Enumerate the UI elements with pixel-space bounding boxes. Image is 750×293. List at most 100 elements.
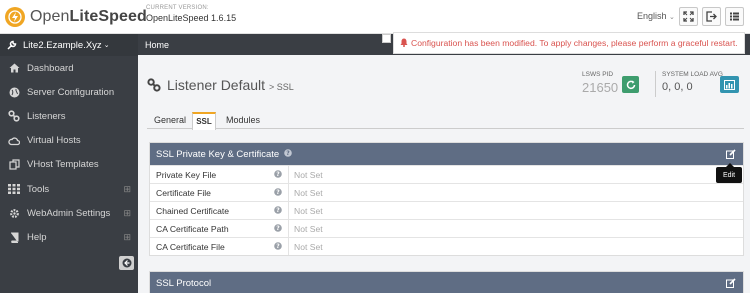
svg-text:?: ? bbox=[276, 225, 280, 232]
sidebar-item-label: Tools bbox=[27, 183, 50, 195]
grid-icon bbox=[8, 183, 20, 195]
panel-header: SSL Protocol bbox=[150, 272, 743, 293]
help-icon[interactable]: ? bbox=[274, 170, 282, 180]
restart-alert[interactable]: Configuration has been modified. To appl… bbox=[393, 32, 745, 54]
gear-icon bbox=[8, 207, 20, 219]
sidebar-item-label: WebAdmin Settings bbox=[27, 207, 111, 219]
load-avg-display: SYSTEM LOAD AVG 0, 0, 0 bbox=[655, 71, 723, 97]
sidebar-item-server-configuration[interactable]: Server Configuration bbox=[0, 80, 138, 104]
help-icon[interactable]: ? bbox=[284, 148, 293, 160]
svg-text:?: ? bbox=[276, 189, 280, 196]
row-label: CA Certificate Path bbox=[156, 223, 229, 234]
tab-bar: General SSL Modules bbox=[147, 112, 744, 130]
row-value: Not Set bbox=[294, 187, 323, 198]
load-value: 0, 0, 0 bbox=[662, 81, 693, 93]
ssl-key-cert-panel: SSL Private Key & Certificate ? Private … bbox=[149, 142, 744, 256]
sidebar-item-help[interactable]: Help ⊞ bbox=[0, 225, 138, 249]
page-title: Listener Default > SSL bbox=[147, 77, 294, 93]
logo[interactable]: OpenLiteSpeed bbox=[5, 7, 147, 27]
server-name: Lite2.Ezample.Xyz bbox=[23, 39, 102, 51]
svg-text:?: ? bbox=[276, 171, 280, 178]
wrench-icon bbox=[7, 40, 17, 50]
refresh-icon bbox=[626, 80, 635, 89]
table-row: Private Key File? Not Set bbox=[150, 165, 743, 183]
expand-plus-icon[interactable]: ⊞ bbox=[123, 184, 131, 195]
table-row: CA Certificate Path? Not Set bbox=[150, 219, 743, 237]
breadcrumb-home-link[interactable]: Home bbox=[145, 40, 169, 50]
bar-chart-icon bbox=[724, 79, 735, 90]
menu-button[interactable] bbox=[725, 7, 744, 26]
sign-out-icon bbox=[706, 11, 717, 22]
row-label: CA Certificate File bbox=[156, 241, 225, 252]
server-selector[interactable]: Lite2.Ezample.Xyz ⌄ bbox=[0, 34, 138, 56]
svg-text:?: ? bbox=[276, 207, 280, 214]
row-value: Not Set bbox=[294, 205, 323, 216]
notification-checkbox[interactable] bbox=[382, 34, 391, 43]
help-icon[interactable]: ? bbox=[274, 188, 282, 198]
sidebar-item-vhost-templates[interactable]: VHost Templates bbox=[0, 153, 138, 177]
row-label: Private Key File bbox=[156, 169, 217, 180]
pid-display: LSWS PID 21650 bbox=[582, 71, 618, 95]
graceful-restart-button[interactable] bbox=[622, 76, 639, 93]
sidebar-item-tools[interactable]: Tools ⊞ bbox=[0, 177, 138, 201]
link-icon bbox=[147, 78, 161, 92]
sidebar-item-label: Help bbox=[27, 231, 47, 243]
sidebar-item-label: Virtual Hosts bbox=[27, 135, 81, 147]
cloud-icon bbox=[8, 135, 20, 147]
sidebar-item-dashboard[interactable]: Dashboard bbox=[0, 56, 138, 80]
sidebar-item-label: VHost Templates bbox=[27, 159, 99, 171]
copy-icon bbox=[8, 159, 20, 171]
version-label: CURRENT VERSION: bbox=[146, 5, 209, 11]
expand-plus-icon[interactable]: ⊞ bbox=[123, 208, 131, 219]
version-value: OpenLiteSpeed 1.6.15 bbox=[146, 13, 237, 23]
home-icon bbox=[8, 62, 20, 74]
table-row: Chained Certificate? Not Set bbox=[150, 201, 743, 219]
list-icon bbox=[730, 12, 739, 21]
sidebar-collapse-button[interactable] bbox=[119, 256, 134, 270]
ssl-protocol-panel: SSL Protocol bbox=[149, 271, 744, 293]
logo-bolt-icon bbox=[5, 7, 25, 27]
bell-icon bbox=[400, 38, 408, 49]
edit-tooltip: Edit bbox=[716, 163, 742, 183]
real-time-stats-button[interactable] bbox=[720, 76, 739, 93]
sidebar-item-listeners[interactable]: Listeners bbox=[0, 104, 138, 128]
svg-text:?: ? bbox=[286, 150, 290, 157]
tab-modules[interactable]: Modules bbox=[226, 115, 260, 125]
chevron-down-icon: ⌄ bbox=[103, 42, 110, 49]
sidebar-item-label: Server Configuration bbox=[27, 86, 115, 98]
help-icon[interactable]: ? bbox=[274, 206, 282, 216]
sidebar-item-virtual-hosts[interactable]: Virtual Hosts bbox=[0, 129, 138, 153]
logout-button[interactable] bbox=[702, 7, 721, 26]
fullscreen-button[interactable] bbox=[679, 7, 698, 26]
help-icon[interactable]: ? bbox=[274, 242, 282, 252]
load-label: SYSTEM LOAD AVG bbox=[662, 71, 723, 78]
chevron-down-icon: ⌄ bbox=[669, 14, 675, 21]
arrow-left-circle-icon bbox=[122, 258, 131, 268]
main-content: Listener Default > SSL LSWS PID 21650 SY… bbox=[138, 55, 750, 293]
page-title-text: Listener Default bbox=[167, 77, 266, 93]
pid-value: 21650 bbox=[582, 80, 619, 95]
row-value: Not Set bbox=[294, 223, 323, 234]
language-dropdown[interactable]: English ⌄ bbox=[637, 11, 675, 21]
help-icon[interactable]: ? bbox=[274, 224, 282, 234]
edit-icon[interactable] bbox=[726, 278, 736, 291]
tab-ssl[interactable]: SSL bbox=[192, 112, 216, 130]
edit-icon[interactable] bbox=[726, 149, 736, 162]
top-header: OpenLiteSpeed CURRENT VERSION: OpenLiteS… bbox=[0, 0, 750, 34]
sidebar: Lite2.Ezample.Xyz ⌄ Dashboard Server Con… bbox=[0, 34, 138, 293]
row-label: Chained Certificate bbox=[156, 205, 230, 216]
sidebar-item-label: Dashboard bbox=[27, 62, 74, 74]
pid-label: LSWS PID bbox=[582, 71, 614, 78]
panel-title: SSL Private Key & Certificate bbox=[156, 148, 280, 160]
link-icon bbox=[8, 110, 20, 123]
expand-plus-icon[interactable]: ⊞ bbox=[123, 232, 131, 243]
svg-text:?: ? bbox=[276, 243, 280, 250]
table-row: Certificate File? Not Set bbox=[150, 183, 743, 201]
row-value: Not Set bbox=[294, 169, 323, 180]
tab-general[interactable]: General bbox=[154, 115, 186, 125]
sidebar-item-webadmin-settings[interactable]: WebAdmin Settings ⊞ bbox=[0, 201, 138, 225]
logo-text: OpenLiteSpeed bbox=[30, 8, 147, 25]
panel-header: SSL Private Key & Certificate ? bbox=[150, 143, 743, 165]
book-icon bbox=[8, 231, 20, 243]
page-subtitle: > SSL bbox=[268, 82, 294, 92]
